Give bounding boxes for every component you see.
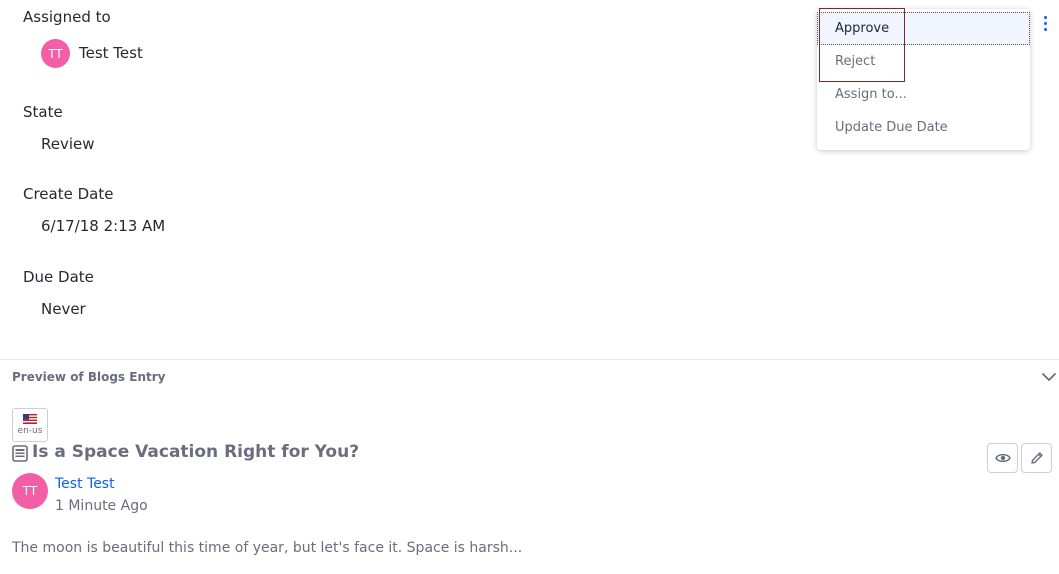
entry-summary: The moon is beautiful this time of year,… [12, 540, 523, 556]
assigned-to-label: Assigned to [23, 8, 111, 26]
pencil-icon [1030, 452, 1043, 464]
preview-section-title: Preview of Blogs Entry [12, 370, 166, 384]
entry-title: Is a Space Vacation Right for You? [32, 442, 360, 462]
us-flag-icon [23, 414, 37, 424]
assignee-name: Test Test [79, 44, 143, 62]
author-avatar: TT [12, 473, 48, 509]
reject-menu-item[interactable]: Reject [817, 45, 1030, 78]
workflow-task-page: Assigned to TT Test Test State Review Cr… [0, 0, 1059, 574]
due-date-label: Due Date [23, 268, 94, 286]
actions-dropdown-menu: Approve Reject Assign to... Update Due D… [817, 9, 1030, 150]
locale-label: en-us [17, 426, 43, 436]
assign-to-menu-item[interactable]: Assign to... [817, 78, 1030, 111]
create-date-label: Create Date [23, 185, 114, 203]
locale-flag-button[interactable]: en-us [12, 408, 48, 442]
edit-button[interactable] [1021, 443, 1052, 473]
view-button[interactable] [987, 443, 1018, 473]
entry-timestamp: 1 Minute Ago [55, 498, 148, 514]
update-due-date-menu-item[interactable]: Update Due Date [817, 111, 1030, 144]
author-name-link[interactable]: Test Test [55, 476, 115, 492]
create-date-value: 6/17/18 2:13 AM [41, 217, 166, 235]
state-value: Review [41, 135, 95, 153]
section-divider [0, 359, 1059, 360]
state-label: State [23, 103, 63, 121]
blog-entry-icon [12, 445, 28, 462]
ellipsis-vertical-icon[interactable] [1036, 12, 1054, 34]
due-date-value: Never [41, 300, 86, 318]
eye-icon [994, 453, 1011, 463]
approve-menu-item[interactable]: Approve [817, 12, 1030, 45]
assignee-avatar: TT [41, 39, 70, 68]
chevron-down-icon[interactable] [1040, 370, 1058, 384]
